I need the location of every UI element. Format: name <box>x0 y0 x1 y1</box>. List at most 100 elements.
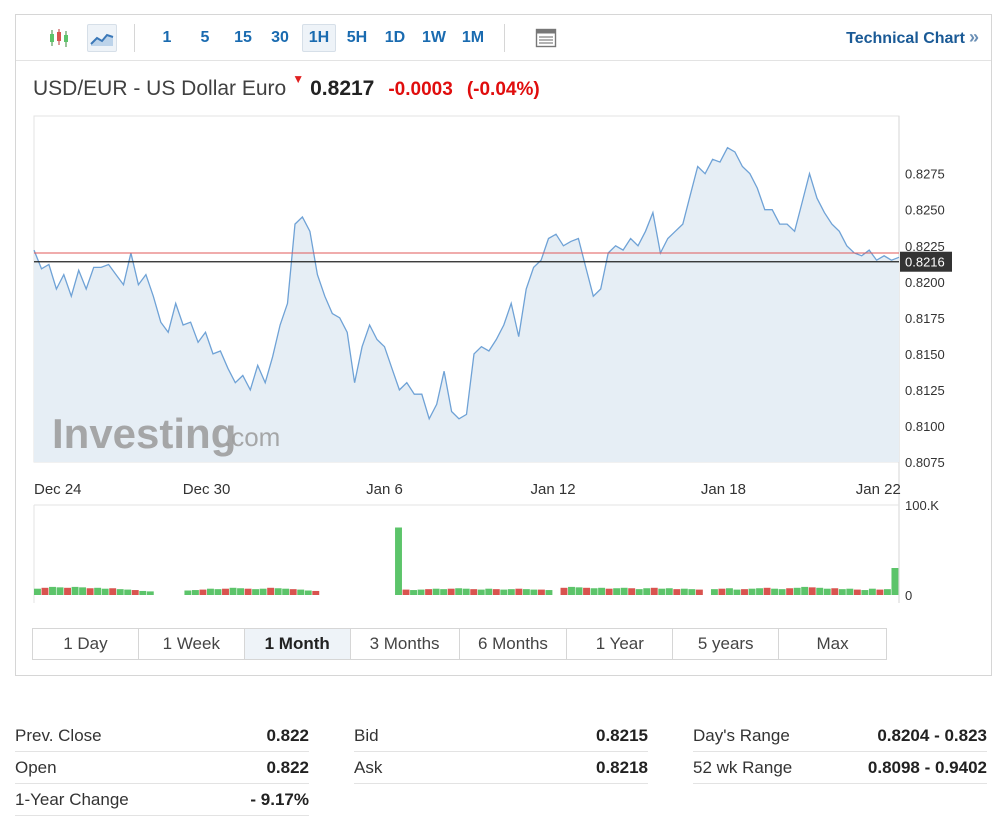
volume-bar <box>658 588 666 595</box>
stat-value: 0.822 <box>266 758 309 777</box>
volume-bar <box>868 588 876 595</box>
volume-bar <box>49 586 56 595</box>
volume-bar <box>861 590 869 595</box>
volume-bar <box>793 587 801 595</box>
period-1-month[interactable]: 1 Month <box>244 629 351 659</box>
stat-52wk-range: 52 wk Range 0.8098 - 0.9402 <box>693 752 987 784</box>
volume-bar <box>289 589 297 595</box>
y-tick-label: 0.8225 <box>905 239 945 254</box>
volume-bar <box>665 588 673 595</box>
stat-prev-close: Prev. Close 0.822 <box>15 720 309 752</box>
volume-bar <box>199 589 207 595</box>
volume-bar <box>56 587 64 595</box>
volume-bar <box>741 589 748 595</box>
volume-bar <box>853 589 861 595</box>
volume-bar <box>515 588 523 595</box>
period-5-years[interactable]: 5 years <box>673 629 780 659</box>
stats-column-3: Day's Range 0.8204 - 0.823 52 wk Range 0… <box>693 720 987 784</box>
volume-bar <box>222 588 229 595</box>
volume-bar <box>432 588 440 595</box>
stat-bid: Bid 0.8215 <box>354 720 648 752</box>
volume-bar <box>583 587 591 595</box>
volume-bar <box>304 590 312 595</box>
volume-bar <box>267 587 275 595</box>
volume-bar <box>545 590 553 595</box>
x-tick-label: Dec 30 <box>183 481 231 498</box>
volume-bar <box>109 588 117 595</box>
stat-value: - 9.17% <box>250 790 309 809</box>
stat-open: Open 0.822 <box>15 752 309 784</box>
volume-bar <box>477 589 485 595</box>
volume-bar <box>71 586 79 595</box>
stat-label: 52 wk Range <box>693 758 793 777</box>
volume-bar <box>771 588 779 595</box>
volume-bars <box>34 527 899 595</box>
volume-bar <box>778 589 786 595</box>
y-tick-label: 0.8200 <box>905 275 945 290</box>
volume-bar <box>786 588 794 595</box>
stat-label: Open <box>15 758 57 777</box>
period-selector: 1 Day 1 Week 1 Month 3 Months 6 Months 1… <box>32 628 887 660</box>
y-tick-label: 0.8250 <box>905 203 945 218</box>
volume-bar <box>425 589 433 595</box>
stats-column-1: Prev. Close 0.822 Open 0.822 1-Year Chan… <box>15 720 309 816</box>
period-1-year[interactable]: 1 Year <box>567 629 674 659</box>
volume-bar <box>891 568 899 595</box>
volume-bar <box>522 589 530 595</box>
y-tick-label: 0.8100 <box>905 419 945 434</box>
volume-tick-label: 0 <box>905 588 912 603</box>
volume-bar <box>590 588 598 595</box>
volume-bar <box>64 587 72 595</box>
volume-bar <box>605 588 613 595</box>
volume-bar <box>86 588 94 595</box>
volume-bar <box>312 590 320 595</box>
volume-bar <box>282 588 290 595</box>
volume-bar <box>297 589 305 595</box>
price-chart[interactable]: Investing .com 0.8216 0.8275 0.8250 0.8225… <box>16 15 991 620</box>
period-1-week[interactable]: 1 Week <box>139 629 245 659</box>
volume-bar <box>680 588 688 595</box>
volume-bar <box>537 589 545 595</box>
volume-bar <box>838 589 846 595</box>
volume-bar <box>41 587 49 595</box>
volume-bar <box>560 587 568 595</box>
volume-bar <box>34 588 41 595</box>
volume-bar <box>823 588 831 595</box>
y-tick-label: 0.8075 <box>905 455 945 470</box>
last-price-tag: 0.8216 <box>900 251 952 272</box>
period-3-months[interactable]: 3 Months <box>351 629 460 659</box>
volume-bar <box>883 589 891 595</box>
period-6-months[interactable]: 6 Months <box>460 629 568 659</box>
period-1-day[interactable]: 1 Day <box>33 629 139 659</box>
x-tick-label: Jan 22 <box>856 481 901 498</box>
volume-bar <box>214 589 222 595</box>
volume-bar <box>876 589 884 595</box>
volume-bar <box>598 587 606 595</box>
x-tick-label: Dec 24 <box>34 481 82 498</box>
volume-bar <box>748 588 756 595</box>
volume-bar <box>816 587 824 595</box>
stat-value: 0.8215 <box>596 726 648 745</box>
stat-value: 0.8204 - 0.823 <box>877 726 987 745</box>
stat-value: 0.8218 <box>596 758 648 777</box>
chart-widget: 1 5 15 30 1H 5H 1D 1W 1M Technical Chart… <box>15 14 992 676</box>
volume-bar <box>274 588 282 595</box>
volume-bar <box>831 588 839 595</box>
volume-bar <box>650 587 658 595</box>
volume-bar <box>808 587 816 595</box>
volume-bar <box>252 589 260 595</box>
volume-bar <box>846 588 854 595</box>
volume-bar <box>492 589 500 595</box>
volume-bar <box>417 589 425 595</box>
volume-bar <box>94 587 102 595</box>
y-tick-label: 0.8125 <box>905 383 945 398</box>
period-max[interactable]: Max <box>779 629 886 659</box>
volume-bar <box>101 588 109 595</box>
volume-bar <box>131 590 139 595</box>
volume-bar <box>575 587 583 595</box>
volume-bar <box>440 589 448 595</box>
y-tick-label: 0.8275 <box>905 167 945 182</box>
stat-label: Prev. Close <box>15 726 102 745</box>
volume-bar <box>455 588 463 595</box>
volume-bar <box>244 588 252 595</box>
